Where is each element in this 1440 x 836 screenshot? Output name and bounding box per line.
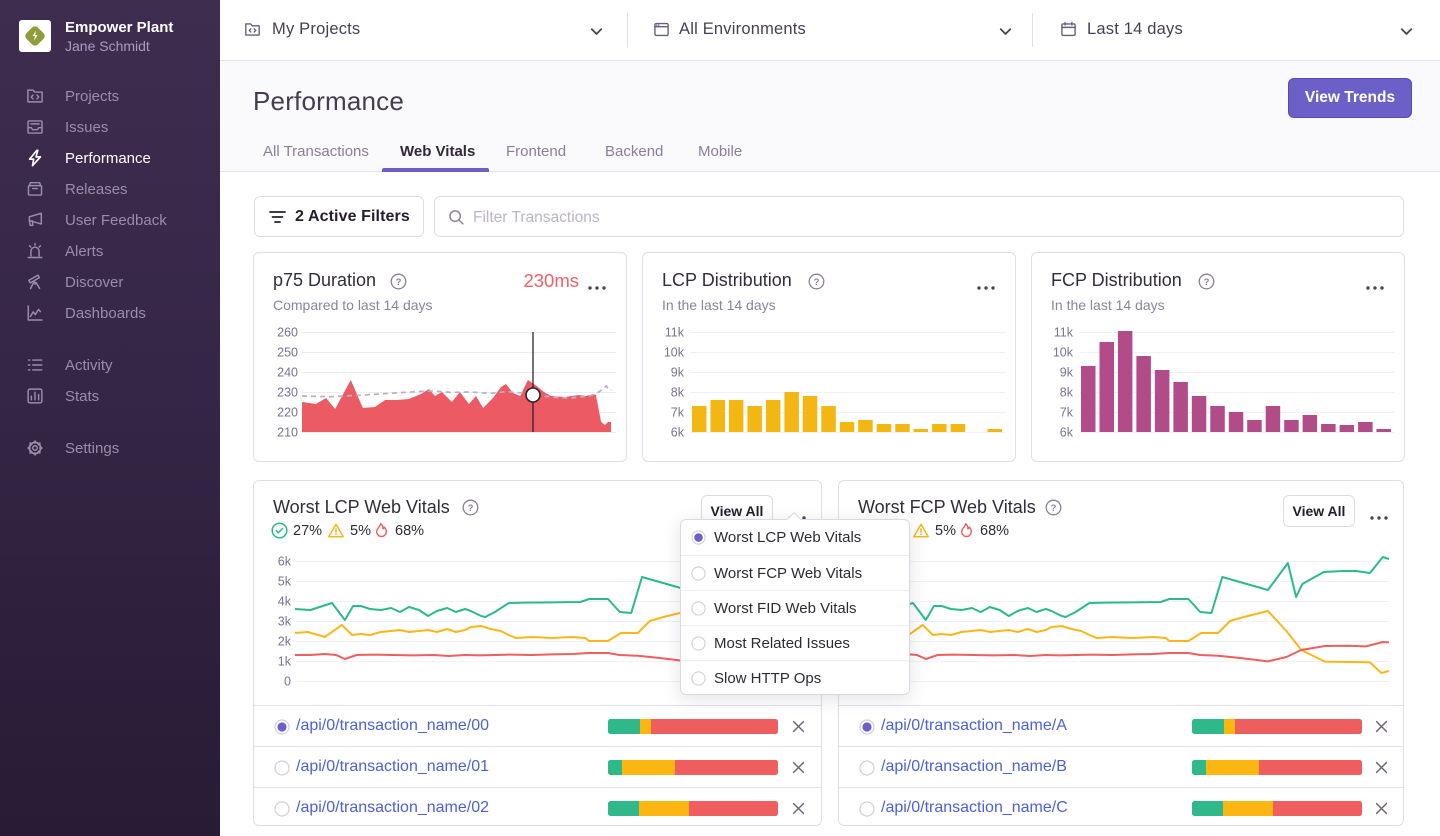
svg-text:6k: 6k xyxy=(278,555,292,569)
svg-text:240: 240 xyxy=(277,366,298,380)
svg-text:2k: 2k xyxy=(278,635,292,649)
svg-text:9k: 9k xyxy=(1060,366,1074,380)
svg-text:260: 260 xyxy=(277,326,298,340)
svg-text:7k: 7k xyxy=(1060,406,1074,420)
svg-text:?: ? xyxy=(468,503,474,514)
svg-text:?: ? xyxy=(1204,277,1210,288)
svg-text:9k: 9k xyxy=(671,366,685,380)
svg-text:3k: 3k xyxy=(278,615,292,629)
svg-text:?: ? xyxy=(1051,503,1057,514)
svg-text:6k: 6k xyxy=(671,426,685,440)
svg-text:10k: 10k xyxy=(664,346,685,360)
svg-text:0: 0 xyxy=(284,675,291,689)
svg-text:7k: 7k xyxy=(671,406,685,420)
svg-text:210: 210 xyxy=(277,426,298,440)
svg-text:?: ? xyxy=(396,277,402,288)
svg-text:1k: 1k xyxy=(278,655,292,669)
svg-text:5k: 5k xyxy=(278,575,292,589)
svg-text:10k: 10k xyxy=(1053,346,1074,360)
svg-text:11k: 11k xyxy=(665,326,685,340)
svg-text:8k: 8k xyxy=(671,386,685,400)
svg-text:?: ? xyxy=(814,277,820,288)
svg-text:4k: 4k xyxy=(278,595,292,609)
svg-text:250: 250 xyxy=(277,346,298,360)
svg-text:8k: 8k xyxy=(1060,386,1074,400)
svg-text:6k: 6k xyxy=(1060,426,1074,440)
svg-text:11k: 11k xyxy=(1054,326,1074,340)
svg-text:230: 230 xyxy=(277,386,298,400)
svg-text:220: 220 xyxy=(277,406,298,420)
